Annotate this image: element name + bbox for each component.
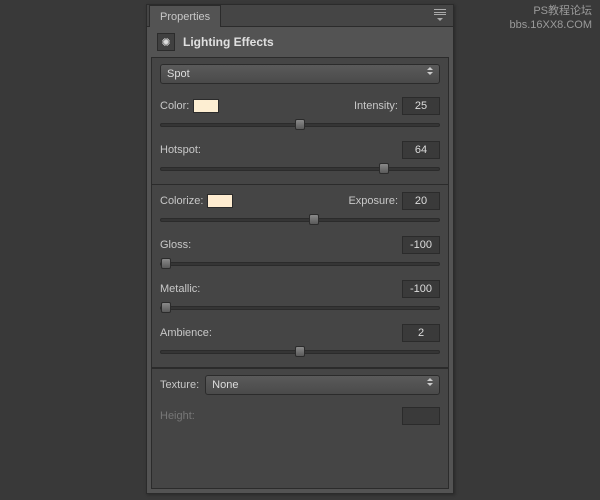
- ambience-slider[interactable]: [160, 345, 440, 359]
- ambience-input[interactable]: 2: [402, 324, 440, 342]
- select-arrows-icon: [427, 378, 433, 386]
- intensity-input[interactable]: 25: [402, 97, 440, 115]
- color-swatch[interactable]: [193, 99, 219, 113]
- exposure-label: Exposure:: [348, 195, 398, 207]
- hotspot-slider[interactable]: [160, 162, 440, 176]
- section-exposure: Colorize: Exposure: 20 Gloss: -100 Metal…: [152, 185, 448, 368]
- hotspot-label: Hotspot:: [160, 144, 201, 156]
- texture-row: Texture: None: [152, 368, 448, 401]
- metallic-input[interactable]: -100: [402, 280, 440, 298]
- tab-properties[interactable]: Properties: [149, 5, 221, 27]
- lighting-effects-icon: ✺: [157, 33, 175, 51]
- intensity-label: Intensity:: [354, 100, 398, 112]
- ambience-label: Ambience:: [160, 327, 212, 339]
- height-input: [402, 407, 440, 425]
- panel-content: Spot Color: Intensity: 25 Hotspot: 64: [151, 57, 449, 489]
- properties-panel: Properties ✺ Lighting Effects Spot Color…: [146, 4, 454, 494]
- gloss-input[interactable]: -100: [402, 236, 440, 254]
- exposure-slider[interactable]: [160, 213, 440, 227]
- panel-header: ✺ Lighting Effects: [147, 27, 453, 57]
- select-arrows-icon: [427, 67, 433, 75]
- metallic-slider[interactable]: [160, 301, 440, 315]
- tab-bar: Properties: [147, 5, 453, 27]
- height-row: Height:: [152, 401, 448, 431]
- height-label: Height:: [160, 410, 195, 422]
- section-color-intensity: Color: Intensity: 25 Hotspot: 64: [152, 90, 448, 185]
- colorize-swatch[interactable]: [207, 194, 233, 208]
- panel-title: Lighting Effects: [183, 35, 274, 49]
- color-label: Color:: [160, 100, 189, 112]
- metallic-label: Metallic:: [160, 283, 200, 295]
- panel-menu-icon[interactable]: [433, 9, 447, 21]
- exposure-input[interactable]: 20: [402, 192, 440, 210]
- light-type-select[interactable]: Spot: [160, 64, 440, 84]
- hotspot-input[interactable]: 64: [402, 141, 440, 159]
- texture-label: Texture:: [160, 379, 199, 391]
- intensity-slider[interactable]: [160, 118, 440, 132]
- gloss-label: Gloss:: [160, 239, 191, 251]
- gloss-slider[interactable]: [160, 257, 440, 271]
- watermark: PS教程论坛 bbs.16XX8.COM: [509, 4, 592, 32]
- texture-select[interactable]: None: [205, 375, 440, 395]
- colorize-label: Colorize:: [160, 195, 203, 207]
